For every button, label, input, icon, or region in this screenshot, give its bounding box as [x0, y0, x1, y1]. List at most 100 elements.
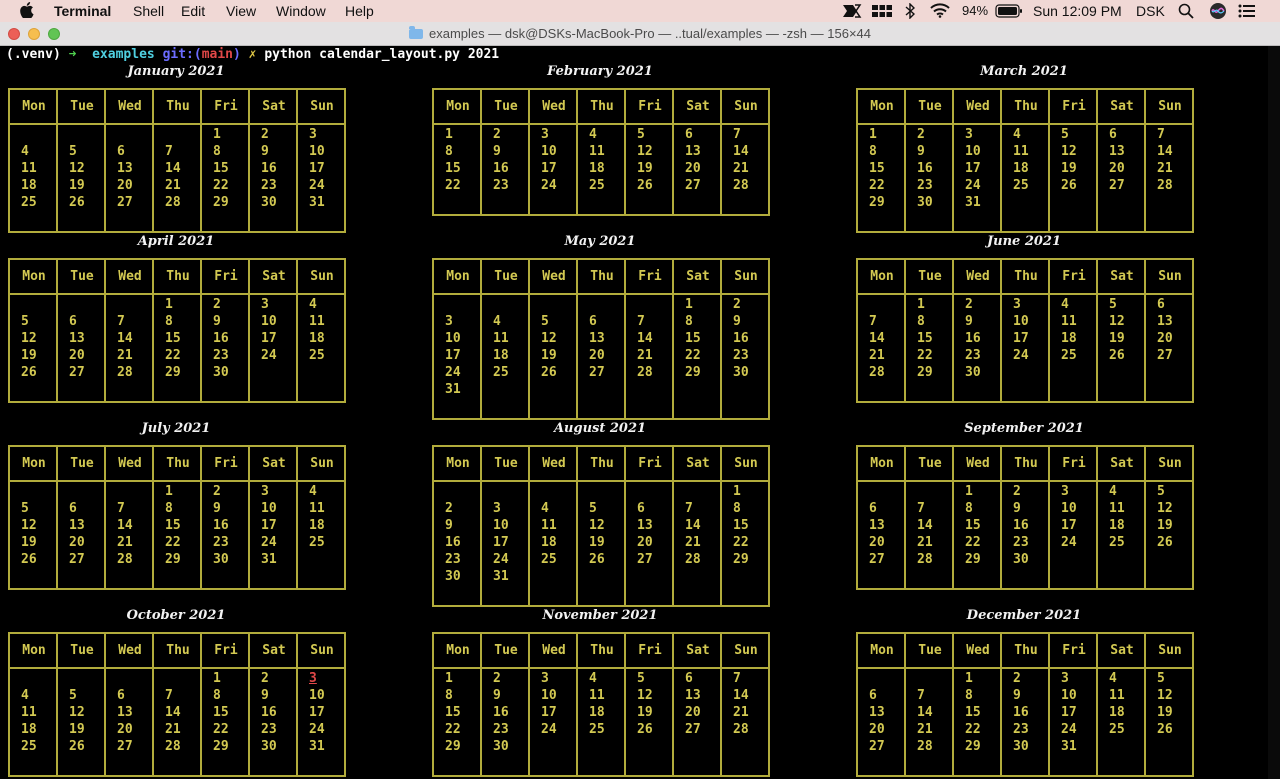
- app-menu-terminal[interactable]: Terminal: [54, 3, 111, 19]
- calendar-day: 1: [685, 297, 693, 312]
- calendar-day: 5: [589, 501, 597, 516]
- terminal-view[interactable]: (.venv) ➜ examples git:(main) ✗ python c…: [0, 46, 1280, 779]
- calendar-day: 16: [261, 161, 277, 176]
- menu-edit[interactable]: Edit: [181, 3, 205, 19]
- weekday-header-row: Mon Tue Wed Thu Fri Sat Sun: [858, 634, 1192, 669]
- calendar-day: 30: [261, 739, 277, 754]
- calendar-day: 20: [685, 161, 701, 176]
- weekday-header: Wed: [542, 643, 566, 658]
- calendar-day: 13: [69, 518, 85, 533]
- calendar-day: 22: [965, 722, 981, 737]
- calendar-day: 18: [541, 535, 557, 550]
- calendar-day: 3: [261, 484, 269, 499]
- weekday-header-row: Mon Tue Wed Thu Fri Sat Sun: [10, 447, 344, 482]
- month-title: April 2021: [137, 234, 215, 249]
- calendar-day: 5: [637, 127, 645, 142]
- menu-help[interactable]: Help: [345, 3, 374, 19]
- window-title: examples — dsk@DSKs-MacBook-Pro — ..tual…: [0, 26, 1280, 41]
- calendar-day: 30: [1013, 552, 1029, 567]
- weekday-header: Sat: [1110, 269, 1134, 284]
- calendar-day: 8: [869, 144, 877, 159]
- weekday-header: Thu: [590, 643, 614, 658]
- prompt-venv: (.venv): [6, 47, 61, 62]
- menu-view[interactable]: View: [226, 3, 256, 19]
- bluetooth-icon[interactable]: [905, 2, 916, 22]
- calendar-day: 13: [69, 331, 85, 346]
- window-title-bar[interactable]: examples — dsk@DSKs-MacBook-Pro — ..tual…: [0, 22, 1280, 46]
- calendar-day: 25: [589, 178, 605, 193]
- calendar-day: 28: [165, 739, 181, 754]
- column-divider: [296, 260, 298, 401]
- calendar-day: 14: [917, 705, 933, 720]
- weekday-header: Mon: [22, 269, 46, 284]
- calendar-day: 16: [1013, 518, 1029, 533]
- column-divider: [152, 634, 154, 775]
- wifi-icon[interactable]: [930, 3, 950, 21]
- calendar-day: 19: [1061, 161, 1077, 176]
- calendar-day: 17: [309, 705, 325, 720]
- calendar-day: 3: [965, 127, 973, 142]
- weekday-header: Thu: [1014, 643, 1038, 658]
- calendar-day: 23: [261, 722, 277, 737]
- calendar-day: 8: [445, 688, 453, 703]
- weekday-header: Mon: [870, 269, 894, 284]
- calendar-day: 5: [1157, 484, 1165, 499]
- calendar-day: 26: [637, 178, 653, 193]
- calendar-day: 26: [1061, 178, 1077, 193]
- calendar-day: 27: [1109, 178, 1125, 193]
- calendar-day: 16: [213, 518, 229, 533]
- calendar-day: 14: [165, 705, 181, 720]
- weekday-header: Thu: [1014, 99, 1038, 114]
- weekday-header: Sat: [1110, 456, 1134, 471]
- calendar-day: 25: [1013, 178, 1029, 193]
- menu-clock[interactable]: Sun 12:09 PM: [1033, 3, 1122, 19]
- scrollbar[interactable]: [1268, 46, 1280, 779]
- calendar-day: 16: [917, 161, 933, 176]
- calendar-day: 23: [445, 552, 461, 567]
- siri-icon[interactable]: [1209, 2, 1227, 23]
- calendar-day: 21: [165, 722, 181, 737]
- calendar-day: 11: [589, 144, 605, 159]
- control-center-icon[interactable]: [1238, 4, 1256, 21]
- apple-icon[interactable]: [20, 2, 34, 21]
- menu-window[interactable]: Window: [276, 3, 326, 19]
- calendar-day: 19: [1157, 705, 1173, 720]
- calendar-day: 4: [1109, 671, 1117, 686]
- weekday-header: Mon: [870, 643, 894, 658]
- calendar-day: 2: [261, 127, 269, 142]
- column-divider: [624, 260, 626, 418]
- calendar-day: 5: [1109, 297, 1117, 312]
- battery-icon[interactable]: [995, 4, 1023, 21]
- calendar-day: 23: [1013, 722, 1029, 737]
- calendar-day: 11: [21, 705, 37, 720]
- calendar-day: 26: [541, 365, 557, 380]
- search-icon[interactable]: [1178, 3, 1194, 22]
- month-calendar: Mon Tue Wed Thu Fri Sat Sun 1 2 3 4 5 6 7 8 9 10 11 12 13 14…: [8, 88, 346, 233]
- calendar-day: 20: [685, 705, 701, 720]
- calendar-day: 24: [965, 178, 981, 193]
- calendar-day: 16: [493, 161, 509, 176]
- weekday-header: Thu: [590, 456, 614, 471]
- calendar-day: 8: [965, 688, 973, 703]
- calendar-day: 21: [117, 535, 133, 550]
- column-divider: [56, 260, 58, 401]
- keyboard-icon[interactable]: [871, 4, 893, 21]
- calendar-day: 1: [445, 671, 453, 686]
- calendar-day: 15: [685, 331, 701, 346]
- cast-icon[interactable]: [842, 4, 862, 21]
- calendar-day: 25: [21, 195, 37, 210]
- weekday-header: Tue: [918, 456, 942, 471]
- column-divider: [1144, 260, 1146, 401]
- calendar-day: 12: [1061, 144, 1077, 159]
- calendar-day: 24: [493, 552, 509, 567]
- calendar-day: 9: [733, 314, 741, 329]
- prompt-command: python calendar_layout.py 2021: [264, 47, 500, 62]
- menu-user[interactable]: DSK: [1136, 3, 1165, 19]
- calendar-day: 18: [493, 348, 509, 363]
- menu-shell[interactable]: Shell: [133, 3, 164, 19]
- calendar-day: 11: [1109, 501, 1125, 516]
- column-divider: [296, 447, 298, 588]
- weekday-header: Mon: [22, 456, 46, 471]
- calendar-day: 10: [309, 688, 325, 703]
- calendar-day: 23: [493, 722, 509, 737]
